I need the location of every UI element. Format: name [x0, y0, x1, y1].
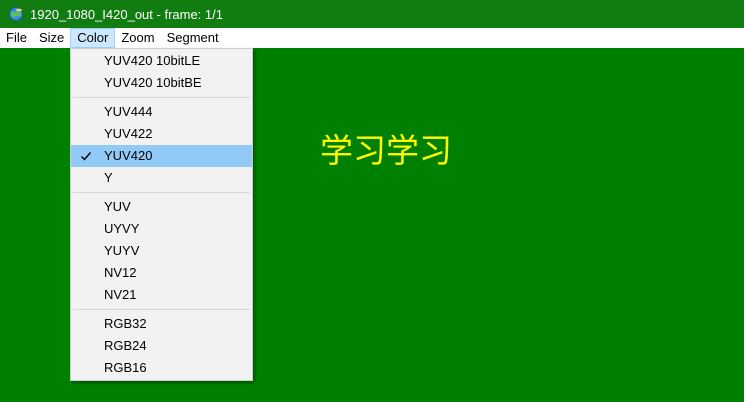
globe-icon — [9, 7, 23, 21]
menu-option-nv21[interactable]: NV21 — [71, 284, 252, 306]
color-dropdown-menu: YUV420 10bitLE YUV420 10bitBE YUV444 YUV… — [70, 48, 253, 381]
frame-overlay-text: 学习学习 — [320, 131, 452, 170]
menu-color[interactable]: Color — [70, 28, 116, 48]
menu-bar: File Size Color Zoom Segment — [0, 28, 744, 48]
menu-separator — [73, 97, 250, 98]
window-title: 1920_1080_I420_out - frame: 1/1 — [30, 6, 223, 22]
menu-option-yuv420-10bitle[interactable]: YUV420 10bitLE — [71, 50, 252, 72]
menu-option-nv12[interactable]: NV12 — [71, 262, 252, 284]
menu-file[interactable]: File — [0, 28, 33, 48]
menu-option-rgb32[interactable]: RGB32 — [71, 313, 252, 335]
menu-size[interactable]: Size — [33, 28, 70, 48]
menu-separator — [73, 192, 250, 193]
title-bar: 1920_1080_I420_out - frame: 1/1 — [0, 0, 744, 28]
menu-option-yuv444[interactable]: YUV444 — [71, 101, 252, 123]
menu-zoom[interactable]: Zoom — [115, 28, 160, 48]
menu-option-yuyv[interactable]: YUYV — [71, 240, 252, 262]
menu-option-uyvy[interactable]: UYVY — [71, 218, 252, 240]
menu-option-label: YUV420 — [104, 148, 153, 163]
menu-option-rgb16[interactable]: RGB16 — [71, 357, 252, 379]
menu-option-yuv420[interactable]: YUV420 — [71, 145, 252, 167]
menu-option-yuv422[interactable]: YUV422 — [71, 123, 252, 145]
menu-separator — [73, 309, 250, 310]
menu-option-yuv420-10bitbe[interactable]: YUV420 10bitBE — [71, 72, 252, 94]
menu-segment[interactable]: Segment — [161, 28, 225, 48]
checkmark-icon — [81, 152, 92, 161]
menu-option-rgb24[interactable]: RGB24 — [71, 335, 252, 357]
menu-option-yuv[interactable]: YUV — [71, 196, 252, 218]
menu-option-y[interactable]: Y — [71, 167, 252, 189]
